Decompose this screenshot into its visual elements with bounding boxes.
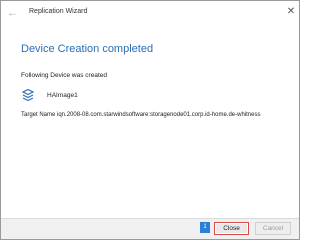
replication-wizard-window: ← Replication Wizard ✕ Device Creation c…: [0, 0, 300, 240]
device-name: HAImage1: [47, 92, 78, 99]
subtext: Following Device was created: [21, 72, 107, 79]
target-name-value: iqn.2008-08.com.starwindsoftware:storage…: [57, 112, 261, 118]
target-name-row: Target Name iqn.2008-08.com.starwindsoft…: [21, 112, 260, 118]
page-heading: Device Creation completed: [21, 43, 154, 55]
cancel-button[interactable]: Cancel: [255, 222, 291, 235]
title-bar: ← Replication Wizard ✕: [1, 1, 299, 25]
back-arrow-icon[interactable]: ←: [7, 8, 19, 19]
step-badge: 1: [200, 222, 210, 233]
device-stack-icon: [21, 88, 35, 102]
target-name-label: Target Name: [21, 112, 58, 118]
window-title: Replication Wizard: [29, 8, 88, 15]
close-icon[interactable]: ✕: [285, 6, 297, 18]
close-button[interactable]: Close: [214, 222, 249, 235]
